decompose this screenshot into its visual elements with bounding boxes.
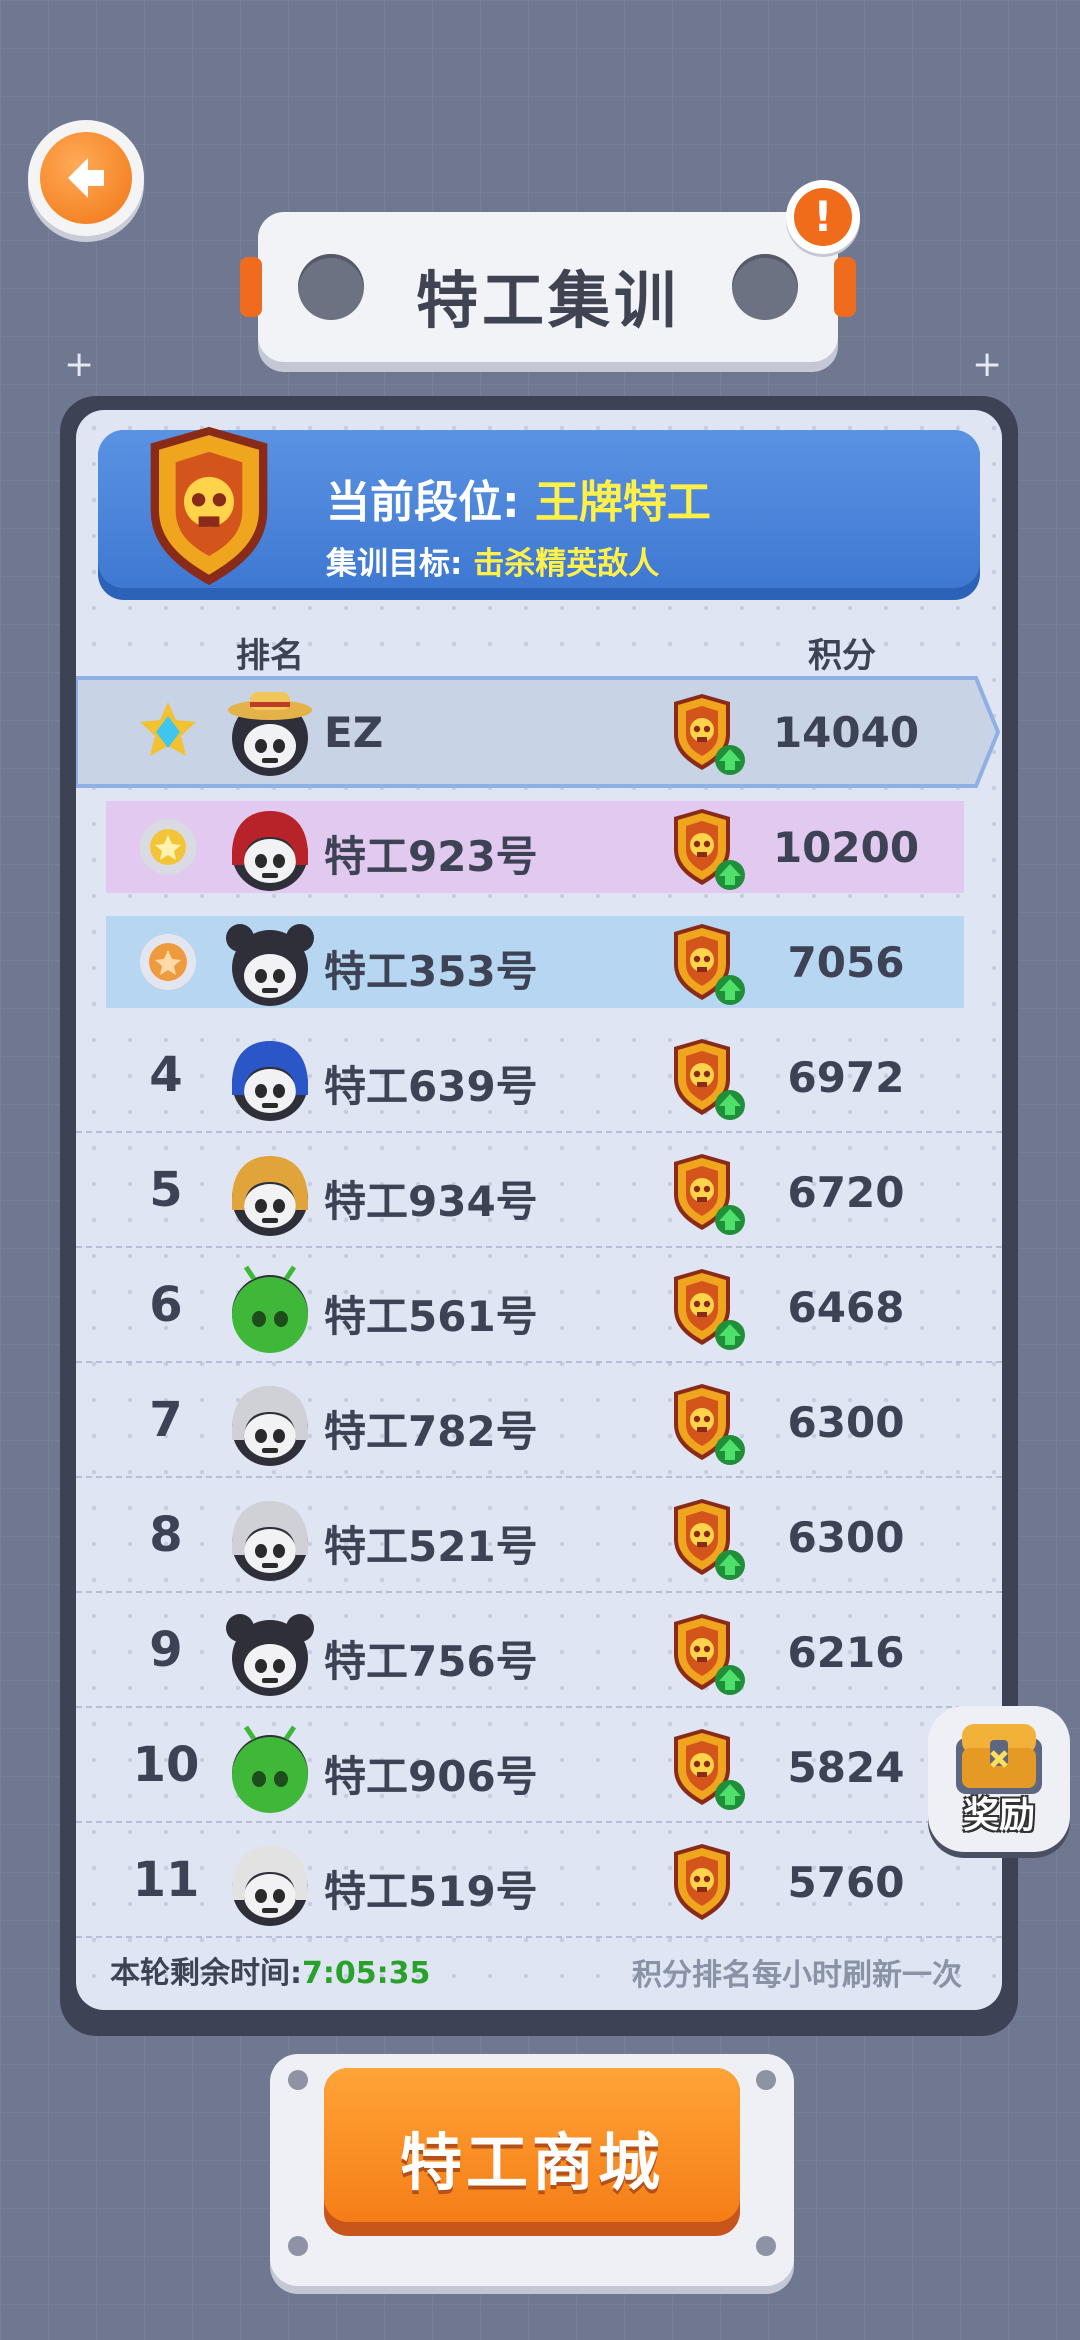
player-avatar [232,811,308,891]
player-avatar [226,1614,314,1696]
back-arrow-icon [40,132,132,224]
page-title: 特工集训 [415,264,680,337]
rank-number: 10 [132,1737,200,1793]
player-name: 特工639号 [324,1062,538,1111]
player-name: 特工756号 [324,1637,538,1686]
info-alert-icon[interactable]: ! [786,180,860,254]
leaderboard-row[interactable]: 特工923号 10200 [76,793,1002,901]
player-avatar [232,1156,308,1236]
player-name: 特工521号 [324,1522,538,1571]
player-name: 特工934号 [324,1177,538,1226]
leaderboard-row[interactable]: 9 特工756号 6216 [76,1598,1002,1708]
silver-star-medal-icon [140,819,196,875]
reward-label: 奖励 [962,1795,1035,1836]
player-name: 特工519号 [324,1867,538,1916]
player-avatar [226,924,314,1006]
player-avatar [232,1386,308,1466]
player-name: 特工906号 [324,1752,538,1801]
rank-badge-up-icon [674,1844,730,1920]
bronze-star-medal-icon [140,934,196,990]
rank-badge-up-icon [674,1614,745,1695]
rank-badge-up-icon [674,1384,745,1465]
training-goal: 集训目标: 击杀精英敌人 [326,546,660,582]
rank-number: 11 [132,1852,200,1908]
diamond-star-medal-icon [140,702,196,756]
player-score: 6972 [787,1053,905,1102]
rank-badge-up-icon [674,1729,745,1810]
player-avatar [228,692,312,776]
player-score: 5760 [787,1858,905,1907]
player-name: 特工923号 [324,832,538,881]
rank-badge-up-icon [674,1154,745,1235]
rank-badge-up-icon [674,1039,745,1120]
player-score: 6300 [787,1513,905,1562]
player-avatar [232,1265,308,1353]
player-score: 14040 [772,708,920,757]
rank-number: 4 [149,1047,183,1103]
rank-badge-up-icon [674,924,745,1005]
leaderboard-row[interactable]: 8 特工521号 6300 [76,1483,1002,1593]
agent-shop-button[interactable]: 特工商城 [324,2068,740,2236]
player-avatar [232,1846,308,1926]
current-rank: 当前段位: 王牌特工 [326,477,711,528]
player-score: 7056 [787,938,905,987]
reward-button[interactable]: 奖励 [928,1706,1070,1852]
score-column-header: 积分 [808,636,876,676]
rank-number: 5 [149,1162,183,1218]
player-name: 特工782号 [324,1407,538,1456]
player-name: EZ [324,708,384,757]
rank-number: 8 [149,1507,183,1563]
leaderboard-row[interactable]: 11 特工519号 5760 [76,1828,1002,1938]
rank-number: 6 [149,1277,183,1333]
leaderboard-row[interactable]: 特工353号 7056 [76,908,1002,1016]
rank-badge-up-icon [674,694,745,775]
leaderboard-row[interactable]: 10 特工906号 5824 [76,1713,1002,1823]
player-score: 6720 [787,1168,905,1217]
leaderboard-row[interactable]: 5 特工934号 6720 [76,1138,1002,1248]
agent-shop-label: 特工商城 [399,2126,664,2199]
player-score: 10200 [772,823,920,872]
rank-column-header: 排名 [236,636,304,676]
player-name: 特工561号 [324,1292,538,1341]
leaderboard-row[interactable]: 7 特工782号 6300 [76,1368,1002,1478]
title-plate: 特工集训 [240,212,856,362]
player-score: 6300 [787,1398,905,1447]
player-avatar [232,1725,308,1813]
leaderboard-body: 当前段位: 王牌特工 集训目标: 击杀精英敌人 排名 积分 EZ 14040 特工9… [76,410,1002,2010]
rank-badge-up-icon [674,1269,745,1350]
player-score: 6468 [787,1283,905,1332]
refresh-note: 积分排名每小时刷新一次 [632,1958,962,1993]
player-avatar [232,1501,308,1581]
rank-number: 9 [149,1622,183,1678]
back-button[interactable] [28,120,144,236]
leaderboard-row[interactable]: 6 特工561号 6468 [76,1253,1002,1363]
rank-badge-up-icon [674,809,745,890]
player-name: 特工353号 [324,947,538,996]
decor-plus: + [64,344,95,385]
player-avatar [232,1041,308,1121]
player-score: 6216 [787,1628,905,1677]
rank-header: 当前段位: 王牌特工 集训目标: 击杀精英敌人 [98,426,980,600]
rank-badge-up-icon [674,1499,745,1580]
leaderboard-row[interactable]: 4 特工639号 6972 [76,1023,1002,1133]
leaderboard-panel: 当前段位: 王牌特工 集训目标: 击杀精英敌人 排名 积分 EZ 14040 特工9… [60,396,1018,2036]
rank-number: 7 [149,1392,183,1448]
leaderboard-row[interactable]: EZ 14040 [76,676,1002,788]
rank-badge-icon [150,426,268,586]
player-score: 5824 [787,1743,905,1792]
shop-plate: 特工商城 [270,2054,794,2286]
remaining-time: 本轮剩余时间:7:05:35 [110,1956,431,1991]
countdown-timer: 7:05:35 [302,1956,431,1991]
decor-plus: + [972,344,1003,385]
